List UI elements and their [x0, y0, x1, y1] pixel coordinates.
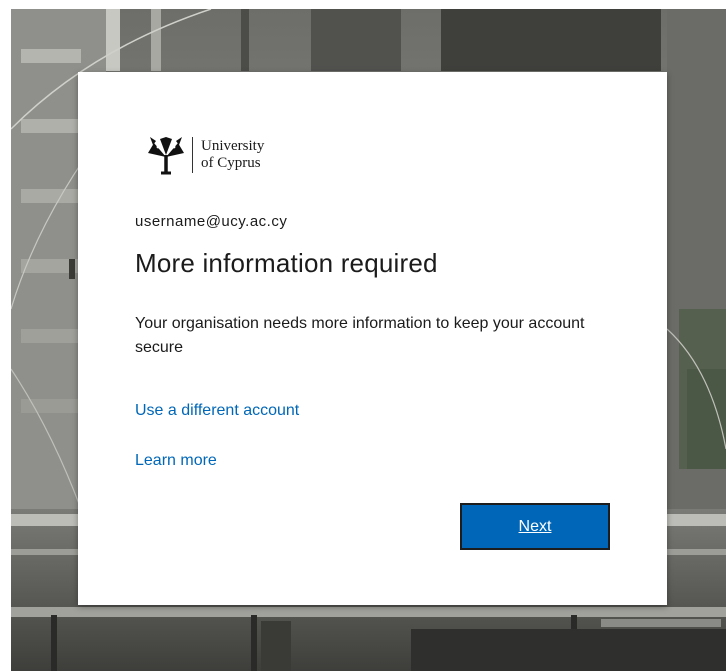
university-name-line2: of Cyprus: [201, 155, 261, 171]
university-logo: University of Cyprus: [144, 132, 264, 178]
next-button[interactable]: Next: [460, 503, 610, 550]
use-different-account-link[interactable]: Use a different account: [135, 402, 299, 420]
screenshot-frame: University of Cyprus username@ucy.ac.cy …: [0, 0, 726, 671]
learn-more-link[interactable]: Learn more: [135, 452, 217, 470]
account-identifier: username@ucy.ac.cy: [135, 213, 288, 230]
logo-divider: [192, 137, 193, 173]
university-name: University of Cyprus: [201, 138, 264, 172]
university-tree-logo-icon: [148, 137, 184, 175]
university-name-line1: University: [201, 138, 265, 154]
description-text: Your organisation needs more information…: [135, 315, 585, 356]
signin-card: University of Cyprus username@ucy.ac.cy …: [78, 72, 667, 605]
page-title: More information required: [135, 248, 438, 278]
